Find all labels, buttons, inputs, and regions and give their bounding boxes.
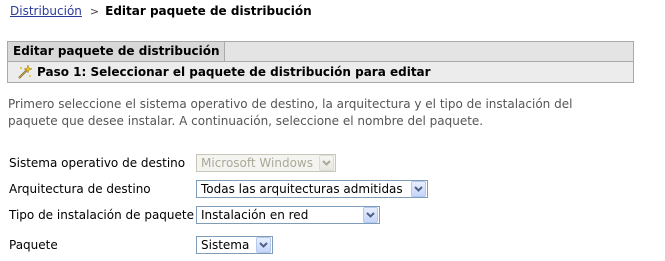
step-bar: Paso 1: Seleccionar el paquete de distri… (8, 62, 633, 82)
wand-edit-icon (18, 64, 32, 79)
install-type-select-value: Instalación en red (201, 208, 309, 222)
arch-select-value: Todas las arquitecturas admitidas (201, 182, 403, 196)
chevron-down-icon[interactable] (256, 237, 271, 253)
arch-row: Arquitectura de destino Todas las arquit… (9, 179, 428, 199)
chevron-down-icon[interactable] (363, 207, 378, 223)
panel-header-fill (225, 42, 633, 61)
os-select-value: Microsoft Windows (201, 156, 313, 170)
arch-label: Arquitectura de destino (9, 182, 151, 196)
package-select[interactable]: Sistema (196, 236, 273, 254)
os-label: Sistema operativo de destino (9, 156, 186, 170)
intro-text: Primero seleccione el sistema operativo … (8, 96, 648, 130)
package-select-value: Sistema (201, 238, 250, 252)
install-type-row: Tipo de instalación de paquete Instalaci… (9, 205, 380, 225)
arch-select[interactable]: Todas las arquitecturas admitidas (196, 180, 428, 198)
breadcrumb: Distribución > Editar paquete de distribuc… (10, 4, 312, 18)
chevron-down-icon (319, 155, 334, 171)
step-label: Paso 1: Seleccionar el paquete de distri… (37, 65, 431, 79)
breadcrumb-separator: > (89, 5, 100, 18)
panel-title: Editar paquete de distribución (8, 42, 225, 61)
install-type-select[interactable]: Instalación en red (196, 206, 380, 224)
intro-line-2: paquete que desee instalar. A continuaci… (8, 114, 484, 128)
install-type-label: Tipo de instalación de paquete (9, 208, 194, 222)
panel-header: Editar paquete de distribución (8, 42, 633, 62)
intro-line-1: Primero seleccione el sistema operativo … (8, 97, 573, 111)
os-select: Microsoft Windows (196, 154, 336, 172)
breadcrumb-distribucion-link[interactable]: Distribución (10, 4, 82, 18)
breadcrumb-current: Editar paquete de distribución (105, 4, 312, 18)
package-label: Paquete (9, 238, 58, 252)
os-row: Sistema operativo de destino Microsoft W… (9, 153, 336, 173)
edit-package-panel: Editar paquete de distribución Paso 1: S… (7, 41, 634, 83)
package-row: Paquete Sistema (9, 235, 273, 255)
chevron-down-icon[interactable] (411, 181, 426, 197)
